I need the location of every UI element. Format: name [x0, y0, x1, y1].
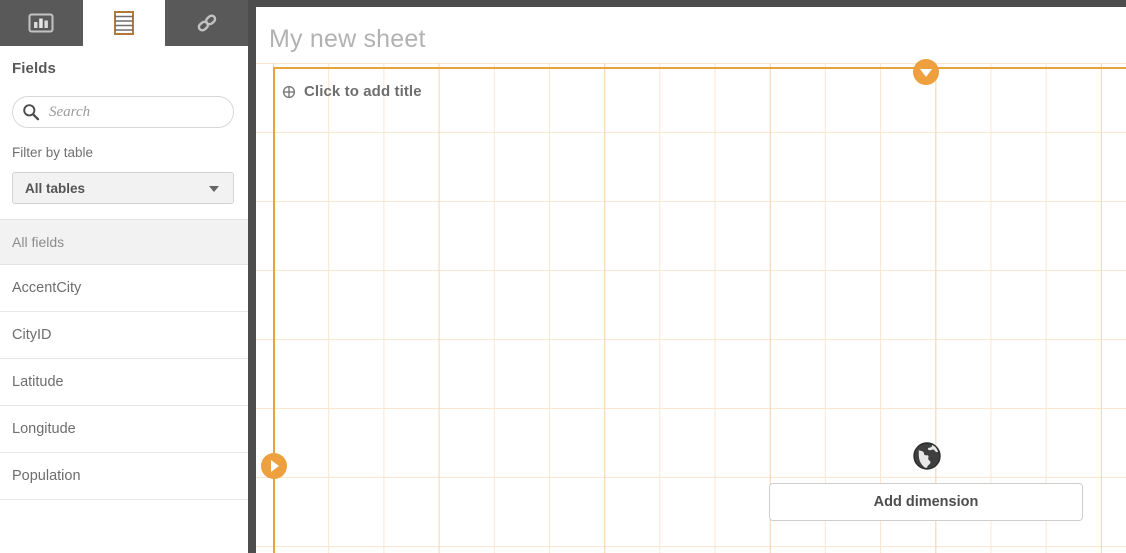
top-bar — [248, 0, 1126, 7]
left-sidebar: Fields Filter by table All tables All fi… — [0, 0, 248, 553]
globe-icon — [909, 438, 945, 474]
crosshair-plus-icon — [282, 85, 296, 99]
add-dimension-button[interactable]: Add dimension — [769, 483, 1083, 521]
sidebar-divider — [248, 0, 256, 553]
chevron-right-icon — [271, 460, 279, 472]
sheet-title[interactable]: My new sheet — [269, 25, 426, 54]
sidebar-tabbar — [0, 0, 248, 46]
chevron-down-icon — [209, 186, 219, 192]
bar-chart-icon — [28, 12, 54, 34]
add-title-placeholder[interactable]: Click to add title — [282, 83, 422, 100]
field-item-longitude[interactable]: Longitude — [0, 406, 248, 453]
field-list-header: All fields — [0, 219, 248, 265]
field-item-population[interactable]: Population — [0, 453, 248, 500]
search-input[interactable] — [47, 102, 221, 122]
field-list: All fields AccentCity CityID Latitude Lo… — [0, 219, 248, 500]
expand-right-handle[interactable] — [261, 453, 287, 479]
sheet-grid-major-lines — [256, 63, 1126, 553]
search-box[interactable] — [12, 96, 234, 128]
filter-by-table-label: Filter by table — [12, 145, 94, 160]
sheet-canvas: My new sheet Click to add title Add dime… — [256, 7, 1126, 553]
chevron-down-icon — [920, 68, 932, 77]
field-label: AccentCity — [12, 280, 82, 296]
sidebar-tab-links[interactable] — [165, 0, 248, 46]
field-item-cityid[interactable]: CityID — [0, 312, 248, 359]
link-icon — [194, 10, 220, 36]
field-item-accentcity[interactable]: AccentCity — [0, 265, 248, 312]
field-label: CityID — [12, 327, 52, 343]
field-item-latitude[interactable]: Latitude — [0, 359, 248, 406]
field-label: Longitude — [12, 421, 76, 437]
sidebar-tab-fields[interactable] — [82, 0, 166, 46]
qlik-sense-app: Fields Filter by table All tables All fi… — [0, 0, 1126, 553]
table-filter-value: All tables — [25, 180, 86, 196]
search-icon — [22, 103, 40, 121]
sidebar-tab-charts[interactable] — [0, 0, 83, 46]
table-filter-dropdown[interactable]: All tables — [12, 172, 234, 204]
field-list-header-label: All fields — [12, 234, 65, 250]
panel-title: Fields — [12, 60, 56, 77]
collapse-down-handle[interactable] — [913, 59, 939, 85]
table-icon — [114, 11, 134, 35]
field-label: Latitude — [12, 374, 64, 390]
add-title-label: Click to add title — [304, 83, 422, 100]
field-label: Population — [12, 468, 81, 484]
